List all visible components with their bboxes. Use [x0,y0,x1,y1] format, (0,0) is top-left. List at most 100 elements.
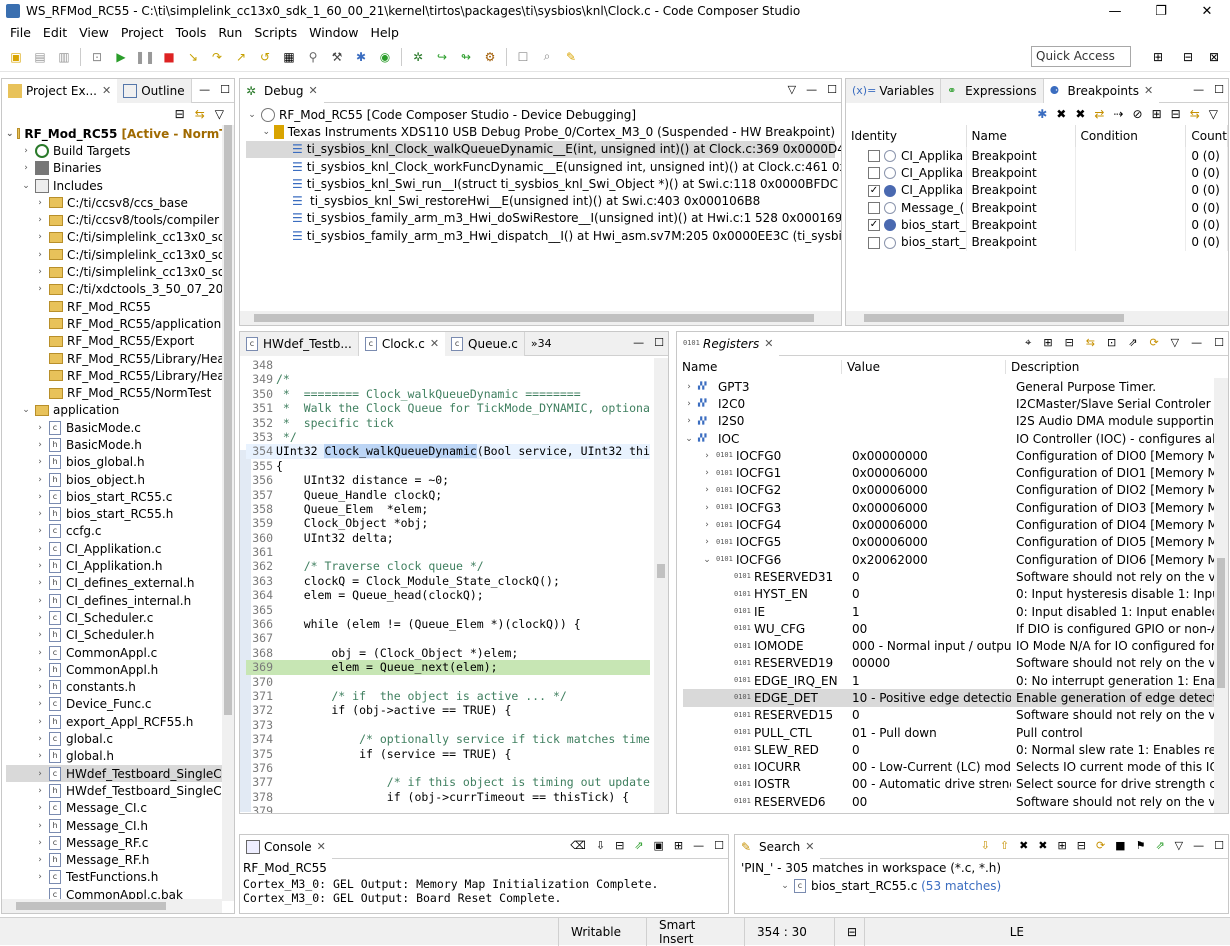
register-value[interactable]: 00 [847,622,1011,636]
expand-arrow-icon[interactable]: › [34,198,46,208]
breakpoint-checkbox[interactable] [868,167,880,180]
expand-arrow-icon[interactable]: › [683,399,695,409]
expand-arrow-icon[interactable]: › [34,682,46,692]
debug-hscrollbar[interactable] [240,311,841,325]
close-icon[interactable]: ✕ [102,84,111,97]
menu-run[interactable]: Run [212,25,248,40]
scroll-lock-icon[interactable]: ⇩ [596,839,605,852]
tree-item[interactable]: › h CI_defines_internal.h [6,592,234,609]
register-value[interactable]: 0x00006000 [847,483,1011,497]
register-value[interactable]: 0 [847,587,1011,601]
register-value[interactable]: 00 - Low-Current (LC) mode:... [847,760,1011,774]
run-search-again-icon[interactable]: ⟳ [1096,839,1105,852]
minimize-button[interactable]: — [1092,0,1138,22]
debug-session[interactable]: ⌄ RF_Mod_RC55 [Code Composer Studio - Dev… [246,106,835,123]
tree-item[interactable]: › C:/ti/simplelink_cc13x0_sd [6,246,234,263]
collapse-all-icon[interactable]: ⊟ [1171,107,1181,121]
tab-registers[interactable]: 0101 Registers ✕ [677,332,780,356]
tree-item[interactable]: RF_Mod_RC55/Library/Hea [6,367,234,384]
tree-item[interactable]: › h bios_object.h [6,471,234,488]
col-identity[interactable]: Identity [846,125,967,147]
comment-icon[interactable]: ☐ [514,48,532,66]
link-editor-icon[interactable]: ⇆ [195,107,205,121]
expand-arrow-icon[interactable]: › [20,163,32,173]
register-value[interactable]: 1 [847,674,1011,688]
tree-item[interactable]: › h Message_RF.h [6,851,234,868]
expand-arrow-icon[interactable]: › [34,717,46,727]
minimize-icon[interactable]: — [693,839,704,852]
col-reg-description[interactable]: Description [1005,360,1228,374]
tree-item[interactable]: › c global.c [6,730,234,747]
tree-item[interactable]: › h bios_global.h [6,454,234,471]
stack-frame[interactable]: ☰ ti_sysbios_knl_Clock_walkQueueDynamic__… [246,140,841,158]
layout-icon[interactable]: ⊟ [1065,336,1074,350]
menu-tools[interactable]: Tools [170,25,213,40]
expand-arrow-icon[interactable]: ⌄ [20,405,32,415]
close-icon[interactable]: ✕ [764,337,773,350]
show-bp-icon[interactable]: ⇄ [1094,107,1104,121]
expand-arrow-icon[interactable]: › [34,457,46,467]
register-row[interactable]: › 0101 IOCFG2 0x00006000 Configuration of DI… [683,482,1228,499]
breakpoint-checkbox[interactable] [868,202,880,215]
maximize-icon[interactable]: ☐ [1214,83,1224,96]
new-group-icon[interactable]: ⊡ [1107,336,1116,350]
maximize-icon[interactable]: ☐ [827,83,837,96]
ccs-debug-perspective-icon[interactable]: ⊟ [1179,48,1197,66]
tree-item[interactable]: › c Message_CI.c [6,800,234,817]
refresh-icon[interactable]: ⌖ [1025,336,1031,350]
continuous-refresh-icon[interactable]: ⟳ [1149,336,1158,350]
tree-item[interactable]: › c Device_Func.c [6,696,234,713]
memory-grid-icon[interactable]: ▦ [280,48,298,66]
tree-item[interactable]: › c BasicMode.c [6,419,234,436]
register-row[interactable]: › 0101 IOCFG4 0x00006000 Configuration of DI… [683,516,1228,533]
tab-debug[interactable]: ✲ Debug ✕ [240,79,324,103]
expand-arrow-icon[interactable]: › [34,526,46,536]
pin-icon[interactable]: ✎ [562,48,580,66]
reset-icon[interactable]: ↺ [256,48,274,66]
save-icon[interactable]: ▤ [31,48,49,66]
register-row[interactable]: ⌄ 0101 IOCFG6 0x20062000 Configuration of DI… [683,551,1228,568]
breakpoint-checkbox[interactable]: ✓ [868,184,880,197]
cancel-search-icon[interactable]: ■ [1115,839,1125,852]
expand-arrow-icon[interactable]: › [34,232,46,242]
register-row[interactable]: 0101IOCURR 00 - Low-Current (LC) mode:...… [683,759,1228,776]
register-row[interactable]: › ▞▞ GPT3 General Purpose Timer. [683,378,1228,395]
breakpoint-row[interactable]: CI_Applika Breakpoint 0 (0) [846,147,1228,165]
expand-arrow-icon[interactable]: › [701,503,713,513]
tab-breakpoints[interactable]: ⚈ Breakpoints ✕ [1043,79,1160,103]
tree-item[interactable]: ⌄ Includes [6,177,234,194]
register-value[interactable]: 0x00006000 [847,518,1011,532]
register-row[interactable]: 0101 RESERVED31 0 Software should not rely … [683,568,1228,585]
expand-arrow-icon[interactable]: › [701,451,713,461]
tree-item[interactable]: RF_Mod_RC55/Export [6,333,234,350]
tab-hwdef[interactable]: c HWdef_Testb... [240,332,359,356]
register-value[interactable]: 00000 [847,656,1011,670]
register-row[interactable]: › 0101 IOCFG0 0x00000000 Configuration of DI… [683,447,1228,464]
next-match-icon[interactable]: ⇩ [981,839,990,852]
menu-window[interactable]: Window [303,25,364,40]
remove-all-matches-icon[interactable]: ✖ [1038,839,1047,852]
expand-arrow-icon[interactable]: › [34,440,46,450]
expand-arrow-icon[interactable]: › [34,284,46,294]
tree-item[interactable]: RF_Mod_RC55 [6,298,234,315]
quick-access-input[interactable]: Quick Access [1031,46,1131,67]
bug-icon[interactable]: ✲ [409,48,427,66]
register-row[interactable]: 0101 EDGE_IRQ_EN 1 0: No interrupt generati… [683,672,1228,689]
expand-arrow-icon[interactable]: › [34,561,46,571]
minimize-icon[interactable]: — [806,83,817,96]
expand-arrow-icon[interactable]: › [34,751,46,761]
save-all-icon[interactable]: ▥ [55,48,73,66]
tree-item[interactable]: RF_Mod_RC55/application [6,315,234,332]
register-row[interactable]: 0101 IOMODE 000 - Normal input / output IO … [683,637,1228,654]
link-icon[interactable]: ⇆ [1190,107,1200,121]
remove-icon[interactable]: ✖ [1056,107,1066,121]
tree-item[interactable]: › C:/ti/simplelink_cc13x0_sd [6,263,234,280]
tab-variables[interactable]: (x)= Variables [846,79,942,103]
register-value[interactable]: 00 - Automatic drive strengt... [847,777,1011,791]
close-icon[interactable]: ✕ [1144,84,1153,97]
col-name[interactable]: Name [966,125,1076,147]
pe-scrollbar[interactable] [222,125,234,901]
tab-expressions[interactable]: ⚭ Expressions [941,79,1044,103]
maximize-button[interactable]: ❐ [1138,0,1184,22]
expand-arrow-icon[interactable]: › [34,821,46,831]
